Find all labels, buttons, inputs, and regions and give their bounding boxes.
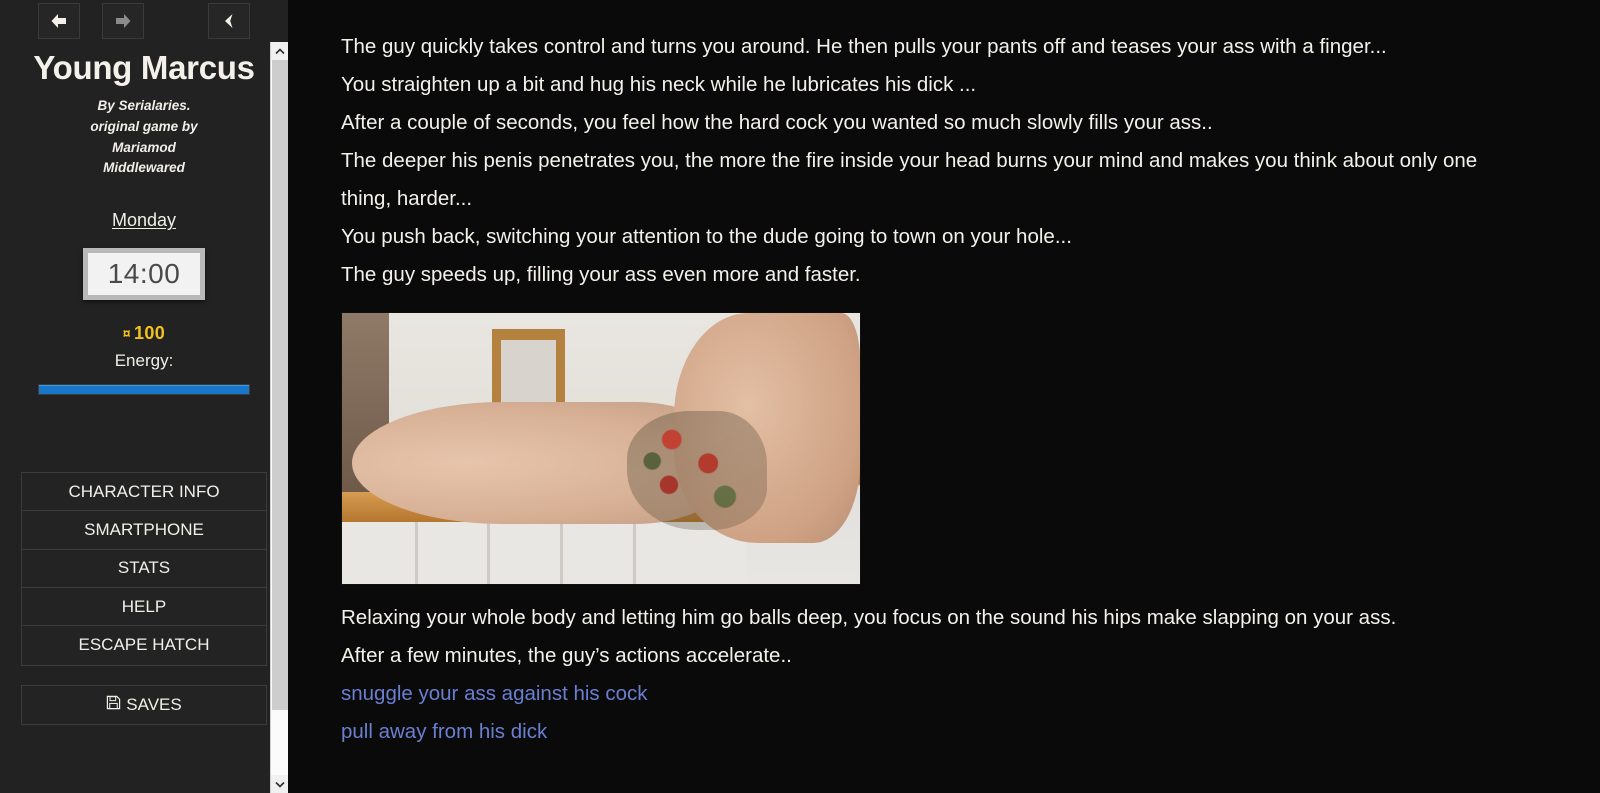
menu-item-label: ESCAPE HATCH [78, 635, 210, 655]
menu-item-label: HELP [121, 596, 167, 616]
menu-item-label: STATS [117, 558, 171, 578]
story-paragraph: Relaxing your whole body and letting him… [341, 606, 1397, 629]
money-value: 100 [133, 323, 166, 344]
sidebar-scrollbar[interactable] [270, 42, 288, 793]
credit-line-3: Middlewared [103, 160, 185, 176]
day-of-week: Monday [0, 210, 288, 231]
scroll-down-button[interactable] [271, 775, 288, 793]
sidebar-menu-primary: CHARACTER INFO SMARTPHONE STATS HELP ESC… [21, 472, 267, 666]
floppy-disk-icon [106, 695, 121, 714]
menu-item-escape-hatch[interactable]: ESCAPE HATCH [22, 626, 266, 665]
energy-bar [38, 384, 250, 396]
scroll-up-button[interactable] [271, 42, 288, 60]
choice-link-snuggle[interactable]: snuggle your ass against his cock [341, 675, 648, 713]
scrollbar-thumb[interactable] [272, 60, 288, 710]
menu-item-label: SAVES [126, 694, 182, 714]
energy-bar-fill [39, 385, 249, 395]
arrow-right-icon [112, 11, 134, 31]
story-paragraph: After a couple of seconds, you feel how … [341, 111, 1213, 134]
arrow-left-icon [48, 11, 70, 31]
chevron-down-icon [275, 775, 285, 793]
game-credits: By Serialaries. original game by Mariamo… [0, 96, 288, 179]
credit-line-0: By Serialaries. [97, 97, 191, 113]
story-paragraph: The guy quickly takes control and turns … [341, 35, 1387, 58]
forward-button[interactable] [102, 3, 144, 39]
currency-icon: ¤ [122, 325, 131, 342]
sidebar: Young Marcus By Serialaries. original ga… [0, 0, 288, 793]
story-panel: The guy quickly takes control and turns … [288, 0, 1600, 793]
chevron-up-icon [275, 42, 285, 60]
story-illustration [341, 312, 861, 585]
illustration-lower-panel [342, 521, 747, 584]
story-paragraph: The guy speeds up, filling your ass even… [341, 263, 861, 286]
story-paragraph: The deeper his penis penetrates you, the… [341, 149, 1478, 210]
story-paragraph: You straighten up a bit and hug his neck… [341, 73, 977, 96]
sidebar-menu-secondary: SAVES [21, 684, 267, 725]
story-paragraph: After a few minutes, the guy’s actions a… [341, 644, 792, 667]
game-title: Young Marcus [33, 49, 255, 86]
title-block: Young Marcus By Serialaries. original ga… [0, 40, 288, 179]
game-window: Young Marcus By Serialaries. original ga… [0, 0, 1600, 793]
menu-item-character-info[interactable]: CHARACTER INFO [22, 473, 266, 512]
menu-item-stats[interactable]: STATS [22, 549, 266, 589]
sidebar-nav-row [0, 0, 288, 40]
back-button[interactable] [38, 3, 80, 39]
menu-item-saves[interactable]: SAVES [22, 685, 266, 724]
clock-display: 14:00 [83, 248, 205, 301]
collapse-sidebar-button[interactable] [208, 3, 250, 39]
credit-line-1: original game by [90, 118, 198, 134]
clock-wrapper: 14:00 [0, 248, 288, 301]
day-of-week-label[interactable]: Monday [112, 210, 176, 230]
story-paragraph: You push back, switching your attention … [341, 225, 1072, 248]
menu-item-smartphone[interactable]: SMARTPHONE [22, 511, 266, 550]
choice-link-pull-away[interactable]: pull away from his dick [341, 713, 547, 751]
menu-item-help[interactable]: HELP [22, 588, 266, 627]
energy-label: Energy: [114, 351, 174, 371]
menu-item-label: SMARTPHONE [84, 520, 204, 540]
menu-item-label: CHARACTER INFO [68, 481, 220, 501]
credit-line-2: Mariamod [112, 139, 176, 155]
money-row: ¤ 100 [0, 323, 288, 344]
chevron-left-icon [220, 11, 238, 31]
illustration-tattoo [626, 410, 767, 530]
